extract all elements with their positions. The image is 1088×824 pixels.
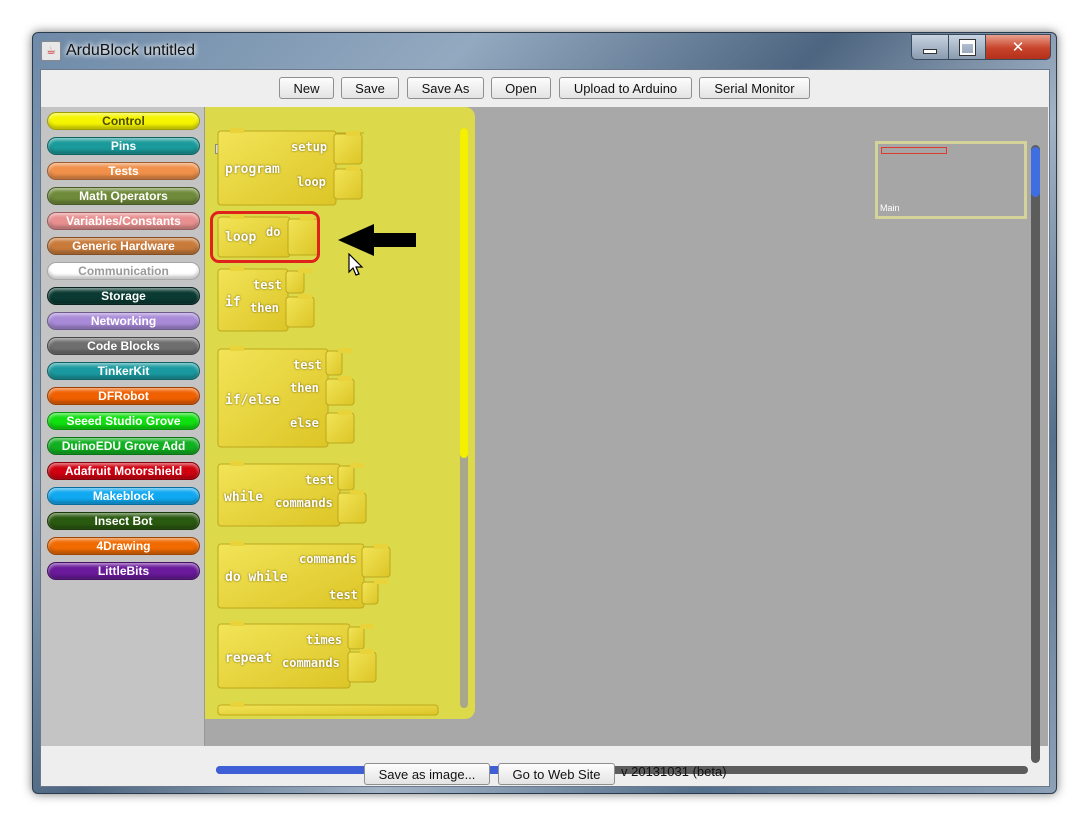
canvas-vertical-scrollbar[interactable] bbox=[1031, 145, 1040, 763]
minimize-icon bbox=[923, 48, 937, 54]
maximize-button[interactable] bbox=[948, 34, 986, 60]
program-loop-socket[interactable] bbox=[333, 166, 363, 200]
program-loop-label: loop bbox=[297, 175, 326, 189]
dowhile-test-label: test bbox=[329, 588, 358, 602]
dowhile-commands-label: commands bbox=[299, 552, 357, 566]
window-title: ArduBlock untitled bbox=[66, 42, 195, 59]
dowhile-block-label[interactable]: do while bbox=[225, 570, 288, 585]
program-setup-label: setup bbox=[291, 140, 328, 154]
dowhile-commands-socket[interactable] bbox=[361, 544, 391, 578]
ifelse-then-socket[interactable] bbox=[325, 376, 355, 406]
minimize-button[interactable] bbox=[911, 34, 949, 60]
app-window: ☕ ArduBlock untitled ✕ New Save Save As … bbox=[32, 32, 1057, 794]
ifelse-then-label: then bbox=[290, 381, 319, 395]
while-block-label[interactable]: while bbox=[224, 490, 263, 505]
version-label: v 20131031 (beta) bbox=[621, 764, 727, 779]
minimap-label: Main bbox=[880, 203, 900, 213]
maximize-icon bbox=[958, 38, 976, 56]
program-setup-socket[interactable] bbox=[333, 131, 363, 165]
while-commands-label: commands bbox=[275, 496, 333, 510]
ifelse-else-label: else bbox=[290, 416, 319, 430]
while-commands-socket[interactable] bbox=[337, 490, 367, 524]
status-bar: Save as image... Go to Web Site v 201310… bbox=[41, 746, 1049, 786]
program-block-label[interactable]: program bbox=[225, 162, 280, 177]
repeat-block-label[interactable]: repeat bbox=[225, 651, 272, 666]
java-cup-icon: ☕ bbox=[41, 41, 61, 61]
if-test-socket[interactable] bbox=[285, 268, 312, 294]
repeat-times-label: times bbox=[306, 633, 343, 647]
ifelse-test-label: test bbox=[293, 358, 322, 372]
if-then-socket[interactable] bbox=[285, 294, 315, 328]
minimap[interactable]: Main bbox=[875, 141, 1027, 219]
canvas-vertical-thumb[interactable] bbox=[1031, 147, 1040, 197]
save-image-button[interactable]: Save as image... bbox=[364, 763, 490, 785]
next-block-edge[interactable] bbox=[217, 702, 439, 716]
close-button[interactable]: ✕ bbox=[985, 34, 1051, 60]
ifelse-else-socket[interactable] bbox=[325, 410, 355, 444]
client-area: New Save Save As Open Upload to Arduino … bbox=[40, 69, 1050, 787]
repeat-times-socket[interactable] bbox=[347, 624, 374, 650]
ifelse-test-socket[interactable] bbox=[325, 348, 352, 376]
while-test-socket[interactable] bbox=[337, 463, 364, 491]
if-then-label: then bbox=[250, 301, 279, 315]
close-icon: ✕ bbox=[1011, 38, 1025, 56]
dowhile-test-socket[interactable] bbox=[361, 579, 388, 605]
title-bar[interactable]: ☕ ArduBlock untitled ✕ bbox=[33, 33, 1056, 69]
mouse-cursor-icon bbox=[348, 253, 364, 276]
if-test-label: test bbox=[253, 278, 282, 292]
repeat-commands-label: commands bbox=[282, 656, 340, 670]
while-test-label: test bbox=[305, 473, 334, 487]
minimap-viewport[interactable] bbox=[881, 147, 947, 154]
repeat-commands-socket[interactable] bbox=[347, 649, 377, 683]
ifelse-block-label[interactable]: if/else bbox=[225, 393, 280, 408]
if-block-label[interactable]: if bbox=[225, 295, 241, 310]
loop-block-highlight bbox=[210, 211, 320, 263]
website-button[interactable]: Go to Web Site bbox=[498, 763, 615, 785]
